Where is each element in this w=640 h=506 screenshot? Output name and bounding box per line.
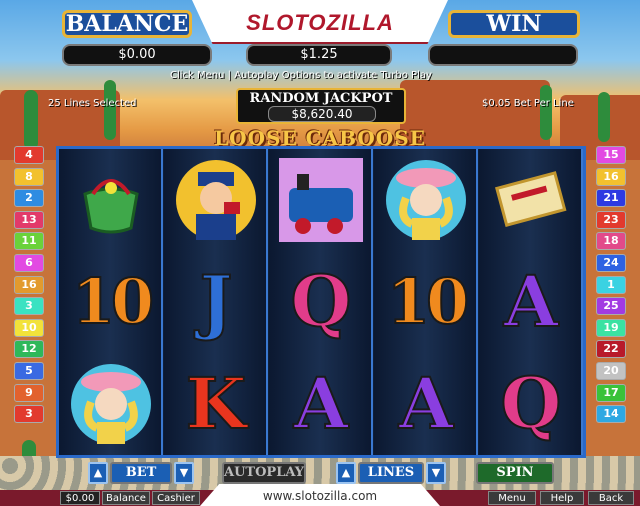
ticket-icon bbox=[479, 149, 583, 251]
cashier-button[interactable]: Cashier bbox=[152, 491, 200, 505]
card-symbol-text: K bbox=[185, 362, 248, 445]
reel: AQ bbox=[479, 149, 583, 455]
reel: 10 bbox=[59, 149, 163, 455]
reel: 10 A bbox=[374, 149, 478, 455]
purse-icon bbox=[59, 149, 163, 251]
line-number-badge[interactable]: 4 bbox=[14, 146, 44, 164]
cactus-icon bbox=[540, 85, 552, 140]
lines-up-button[interactable]: ▲ bbox=[336, 462, 356, 484]
reel: QA bbox=[269, 149, 373, 455]
card-symbol: Q bbox=[269, 251, 373, 353]
card-symbol-text: 10 bbox=[71, 265, 155, 338]
line-number-badge[interactable]: 5 bbox=[14, 361, 44, 380]
train-icon bbox=[269, 149, 373, 251]
card-symbol-text: Q bbox=[500, 362, 563, 445]
card-symbol: A bbox=[269, 353, 373, 455]
card-symbol: 10 bbox=[374, 251, 478, 353]
spin-button[interactable]: SPIN bbox=[476, 462, 554, 484]
footer-balance-button[interactable]: Balance bbox=[102, 491, 150, 505]
line-number-badge[interactable]: 9 bbox=[14, 383, 44, 402]
win-label: WIN bbox=[448, 10, 580, 38]
line-number-badge[interactable]: 10 bbox=[14, 318, 44, 337]
jackpot-title: RANDOM JACKPOT bbox=[249, 91, 393, 106]
card-symbol: J bbox=[164, 251, 268, 353]
bet-button[interactable]: BET bbox=[110, 462, 172, 484]
win-value bbox=[428, 44, 578, 66]
bet-value: $1.25 bbox=[246, 44, 392, 66]
line-number-badge[interactable]: 13 bbox=[14, 210, 44, 229]
cactus-icon bbox=[104, 80, 116, 140]
back-button[interactable]: Back bbox=[588, 491, 634, 505]
card-symbol: K bbox=[164, 353, 268, 455]
random-jackpot: RANDOM JACKPOT $8,620.40 bbox=[236, 88, 406, 124]
footer-balance-amount: $0.00 bbox=[60, 491, 100, 505]
reel: JK bbox=[164, 149, 268, 455]
jackpot-value: $8,620.40 bbox=[268, 106, 376, 122]
line-number-badge[interactable]: 15 bbox=[596, 146, 626, 164]
logo: SLOTOZILLA bbox=[246, 10, 394, 35]
card-symbol: A bbox=[374, 353, 478, 455]
line-number-badge[interactable]: 1 bbox=[596, 275, 626, 294]
lines-button[interactable]: LINES bbox=[358, 462, 424, 484]
card-symbol-text: Q bbox=[290, 260, 353, 343]
reel-area: 10 J K Q A 10 A A Q bbox=[56, 146, 586, 458]
line-number-badge[interactable]: 16 bbox=[14, 275, 44, 294]
line-number-badge[interactable]: 18 bbox=[596, 232, 626, 251]
cactus-icon bbox=[598, 92, 610, 142]
line-number-badge[interactable]: 20 bbox=[596, 361, 626, 380]
card-symbol-text: A bbox=[503, 260, 559, 343]
line-number-badge[interactable]: 6 bbox=[14, 253, 44, 272]
line-number-badge[interactable]: 16 bbox=[596, 167, 626, 186]
bet-per-line-text: $0.05 Bet Per Line bbox=[482, 98, 574, 109]
line-number-badge[interactable]: 8 bbox=[14, 167, 44, 186]
balance-value: $0.00 bbox=[62, 44, 212, 66]
lady-icon bbox=[374, 149, 478, 251]
conductor-icon bbox=[164, 149, 268, 251]
line-number-badge[interactable]: 2 bbox=[14, 189, 44, 208]
balance-label: BALANCE bbox=[62, 10, 192, 38]
line-number-badge[interactable]: 24 bbox=[596, 253, 626, 272]
help-button[interactable]: Help bbox=[540, 491, 584, 505]
footer-url: www.slotozilla.com bbox=[200, 484, 440, 506]
bet-up-button[interactable]: ▲ bbox=[88, 462, 108, 484]
card-symbol: 10 bbox=[59, 251, 163, 353]
cactus-icon bbox=[24, 90, 38, 150]
autoplay-button[interactable]: AUTOPLAY bbox=[222, 462, 306, 484]
line-number-badge[interactable]: 17 bbox=[596, 383, 626, 402]
lines-selected-text: 25 Lines Selected bbox=[48, 98, 137, 109]
menu-hint: Click Menu | Autoplay Options to activat… bbox=[170, 70, 432, 81]
line-number-badge[interactable]: 22 bbox=[596, 340, 626, 359]
line-number-badge[interactable]: 14 bbox=[596, 405, 626, 424]
card-symbol-text: 10 bbox=[386, 265, 470, 338]
card-symbol-text: A bbox=[293, 362, 349, 445]
line-number-badge[interactable]: 25 bbox=[596, 297, 626, 316]
left-line-numbers: 4 8 2 13 11 6 16 3 10 12 5 9 3 bbox=[14, 146, 46, 427]
lady-icon bbox=[59, 353, 163, 455]
card-symbol-text: J bbox=[198, 260, 233, 343]
line-number-badge[interactable]: 23 bbox=[596, 210, 626, 229]
line-number-badge[interactable]: 3 bbox=[14, 405, 44, 424]
lines-down-button[interactable]: ▼ bbox=[426, 462, 446, 484]
card-symbol-text: A bbox=[398, 362, 454, 445]
line-number-badge[interactable]: 21 bbox=[596, 189, 626, 208]
line-number-badge[interactable]: 19 bbox=[596, 318, 626, 337]
card-symbol: Q bbox=[479, 353, 583, 455]
line-number-badge[interactable]: 3 bbox=[14, 297, 44, 316]
bet-down-button[interactable]: ▼ bbox=[174, 462, 194, 484]
line-number-badge[interactable]: 11 bbox=[14, 232, 44, 251]
right-line-numbers: 15 16 21 23 18 24 1 25 19 22 20 17 14 bbox=[596, 146, 628, 427]
line-number-badge[interactable]: 12 bbox=[14, 340, 44, 359]
card-symbol: A bbox=[479, 251, 583, 353]
menu-button[interactable]: Menu bbox=[488, 491, 536, 505]
